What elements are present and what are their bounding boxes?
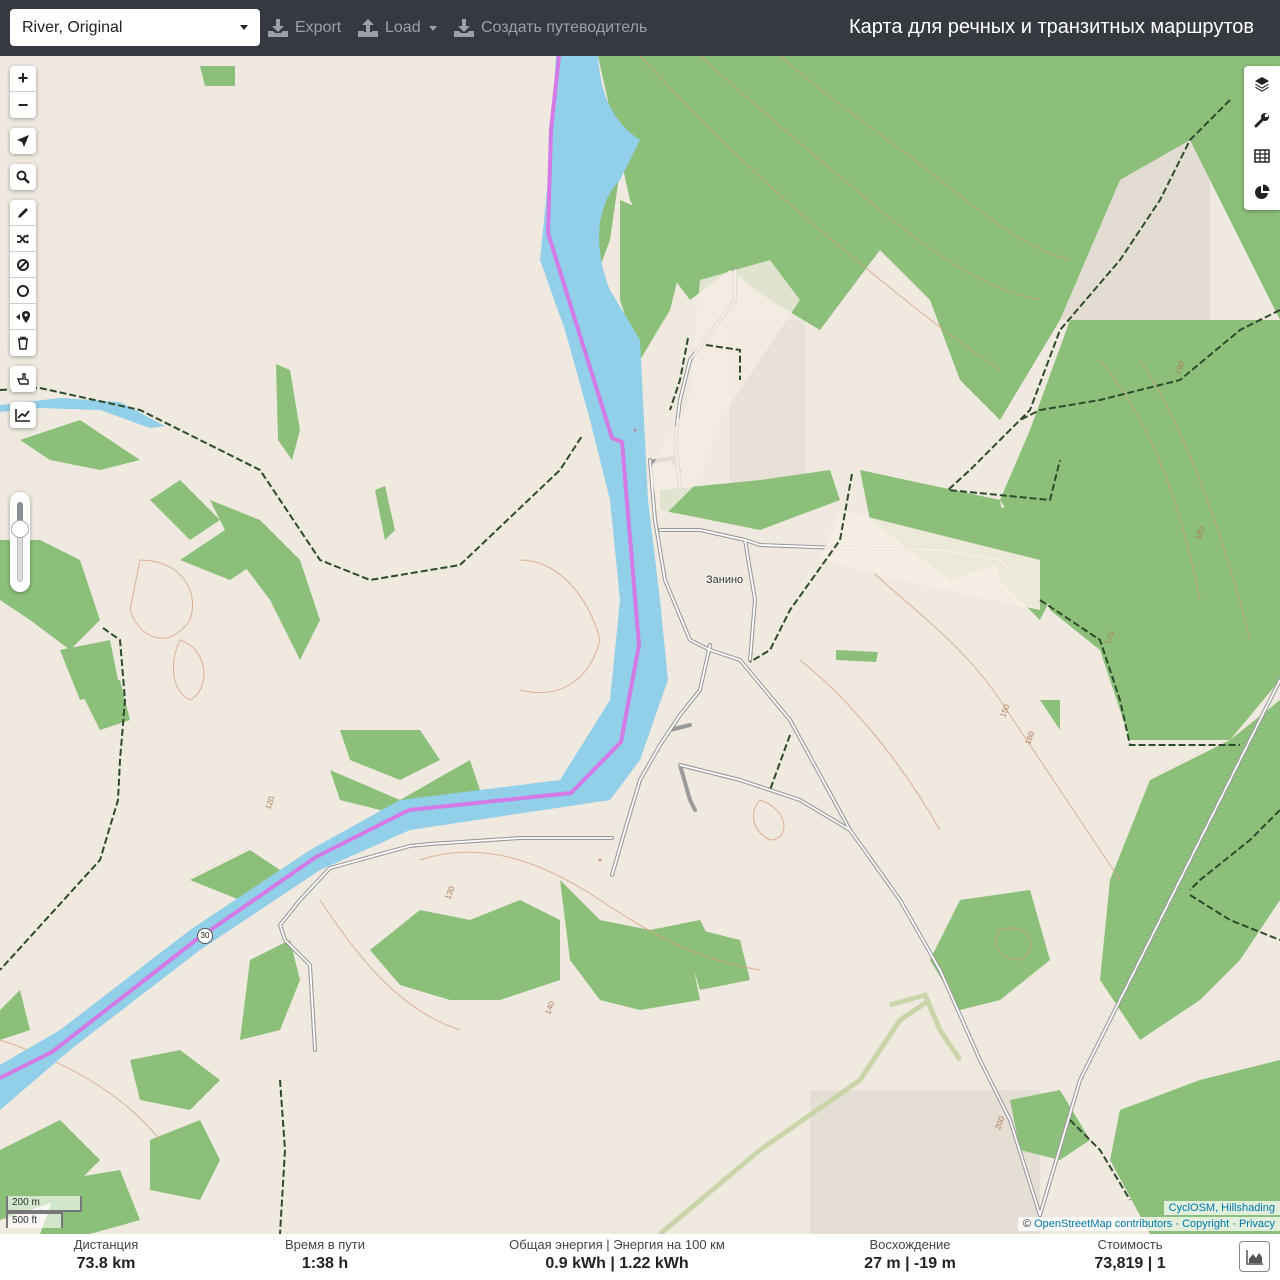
stat-cost-label: Стоимость [1097,1237,1163,1252]
attribution-tiles-link[interactable]: CyclOSM, Hillshading [1169,1202,1275,1214]
location-arrow-icon [17,135,29,147]
stat-time: Время в пути 1:38 h [260,1234,390,1273]
pointer-button[interactable] [10,366,36,392]
profile-select-value: River, Original [22,18,123,36]
chevron-down-icon [240,25,248,30]
reverse-route-button[interactable] [10,226,36,252]
table-icon [1254,149,1270,163]
create-guide-label: Создать путеводитель [481,19,648,36]
export-label: Export [295,19,342,36]
load-button[interactable]: Load [358,14,437,42]
settings-button[interactable] [1244,102,1280,138]
create-guide-button[interactable]: Создать путеводитель [454,14,647,42]
pencil-icon [18,207,28,218]
stat-ascent-label: Восхождение [869,1237,951,1252]
analysis-button[interactable] [1244,174,1280,210]
draw-route-button[interactable] [10,200,36,226]
load-label: Load [385,19,421,36]
copyright-symbol: © [1022,1218,1032,1230]
search-control [10,164,36,190]
stat-ascent: Восхождение 27 m | -19 m [845,1234,975,1273]
attribution: © OpenStreetMap contributors · Copyright… [1017,1217,1280,1231]
elevation-chart-button[interactable] [1239,1241,1270,1272]
stat-cost-value: 73,819 | 1 [1094,1255,1166,1272]
stat-distance: Дистанция 73.8 km [46,1234,166,1273]
zoom-out-button[interactable]: − [10,92,36,118]
stat-ascent-value: 27 m | -19 m [864,1255,956,1272]
scale-metric: 200 m [6,1196,82,1212]
table-button[interactable] [1244,138,1280,174]
separator: · [1232,1218,1236,1230]
upload-icon [358,19,378,37]
stat-energy: Общая энергия | Энергия на 100 км 0.9 kW… [492,1234,742,1273]
stat-distance-value: 73.8 km [76,1255,136,1272]
right-toolbar [1244,66,1280,210]
page-title: Карта для речных и транзитных маршрутов [848,16,1254,38]
osm-link[interactable]: OpenStreetMap contributors [1034,1218,1172,1230]
circle-tool-button[interactable] [10,278,36,304]
stat-time-label: Время в пути [285,1237,365,1252]
slider-knob[interactable] [11,520,29,538]
scale-imperial: 500 ft [6,1212,63,1228]
ban-icon [17,258,29,271]
delete-route-button[interactable] [10,330,36,356]
attribution-tiles: CyclOSM, Hillshading [1163,1201,1280,1215]
locate-button[interactable] [10,128,36,154]
layers-icon [1255,77,1269,92]
stat-energy-label: Общая энергия | Энергия на 100 км [509,1237,725,1252]
pie-chart-icon [1255,184,1270,199]
trash-icon [18,336,28,350]
shuffle-icon [17,233,29,244]
nogo-area-button[interactable] [10,252,36,278]
draw-control [10,200,36,356]
zoom-control: + − [10,66,36,118]
map-tiles: 120130140150160170180190200 [0,56,1280,1234]
road-shield: 30 [197,928,213,944]
chart-line-icon [15,409,30,422]
poi-button[interactable] [10,304,36,330]
route-stats-bar: Дистанция 73.8 km Время в пути 1:38 h Об… [0,1234,1280,1280]
poi-icon [16,310,30,323]
hand-pointer-icon [16,373,29,385]
hand-control [10,366,36,392]
privacy-link[interactable]: Privacy [1239,1218,1275,1230]
download-icon [454,19,474,37]
area-chart-icon [1245,1249,1263,1265]
elevation-button[interactable] [10,402,36,428]
wrench-icon [1254,113,1269,128]
stat-distance-label: Дистанция [73,1237,139,1252]
download-icon [268,19,288,37]
elevation-control [10,402,36,428]
map-canvas[interactable]: 120 130 140 150 160 170 180 190 200 Занино 30 + … [0,56,1280,1234]
village-label: Занино [706,574,744,586]
stat-time-value: 1:38 h [301,1255,349,1272]
search-button[interactable] [10,164,36,190]
search-icon [16,170,30,184]
separator: · [1175,1218,1179,1230]
opacity-slider[interactable] [10,492,30,592]
stat-energy-value: 0.9 kWh | 1.22 kWh [545,1255,689,1272]
profile-select[interactable]: River, Original [10,9,260,46]
stat-cost: Стоимость 73,819 | 1 [1070,1234,1190,1273]
locate-control [10,128,36,154]
chevron-down-icon [428,25,437,31]
export-button[interactable]: Export [268,14,341,42]
circle-icon [17,284,29,297]
copyright-link[interactable]: Copyright [1182,1218,1229,1230]
zoom-in-button[interactable]: + [10,66,36,92]
navbar: River, Original Export Load Создать путе… [0,0,1280,56]
layers-button[interactable] [1244,66,1280,102]
